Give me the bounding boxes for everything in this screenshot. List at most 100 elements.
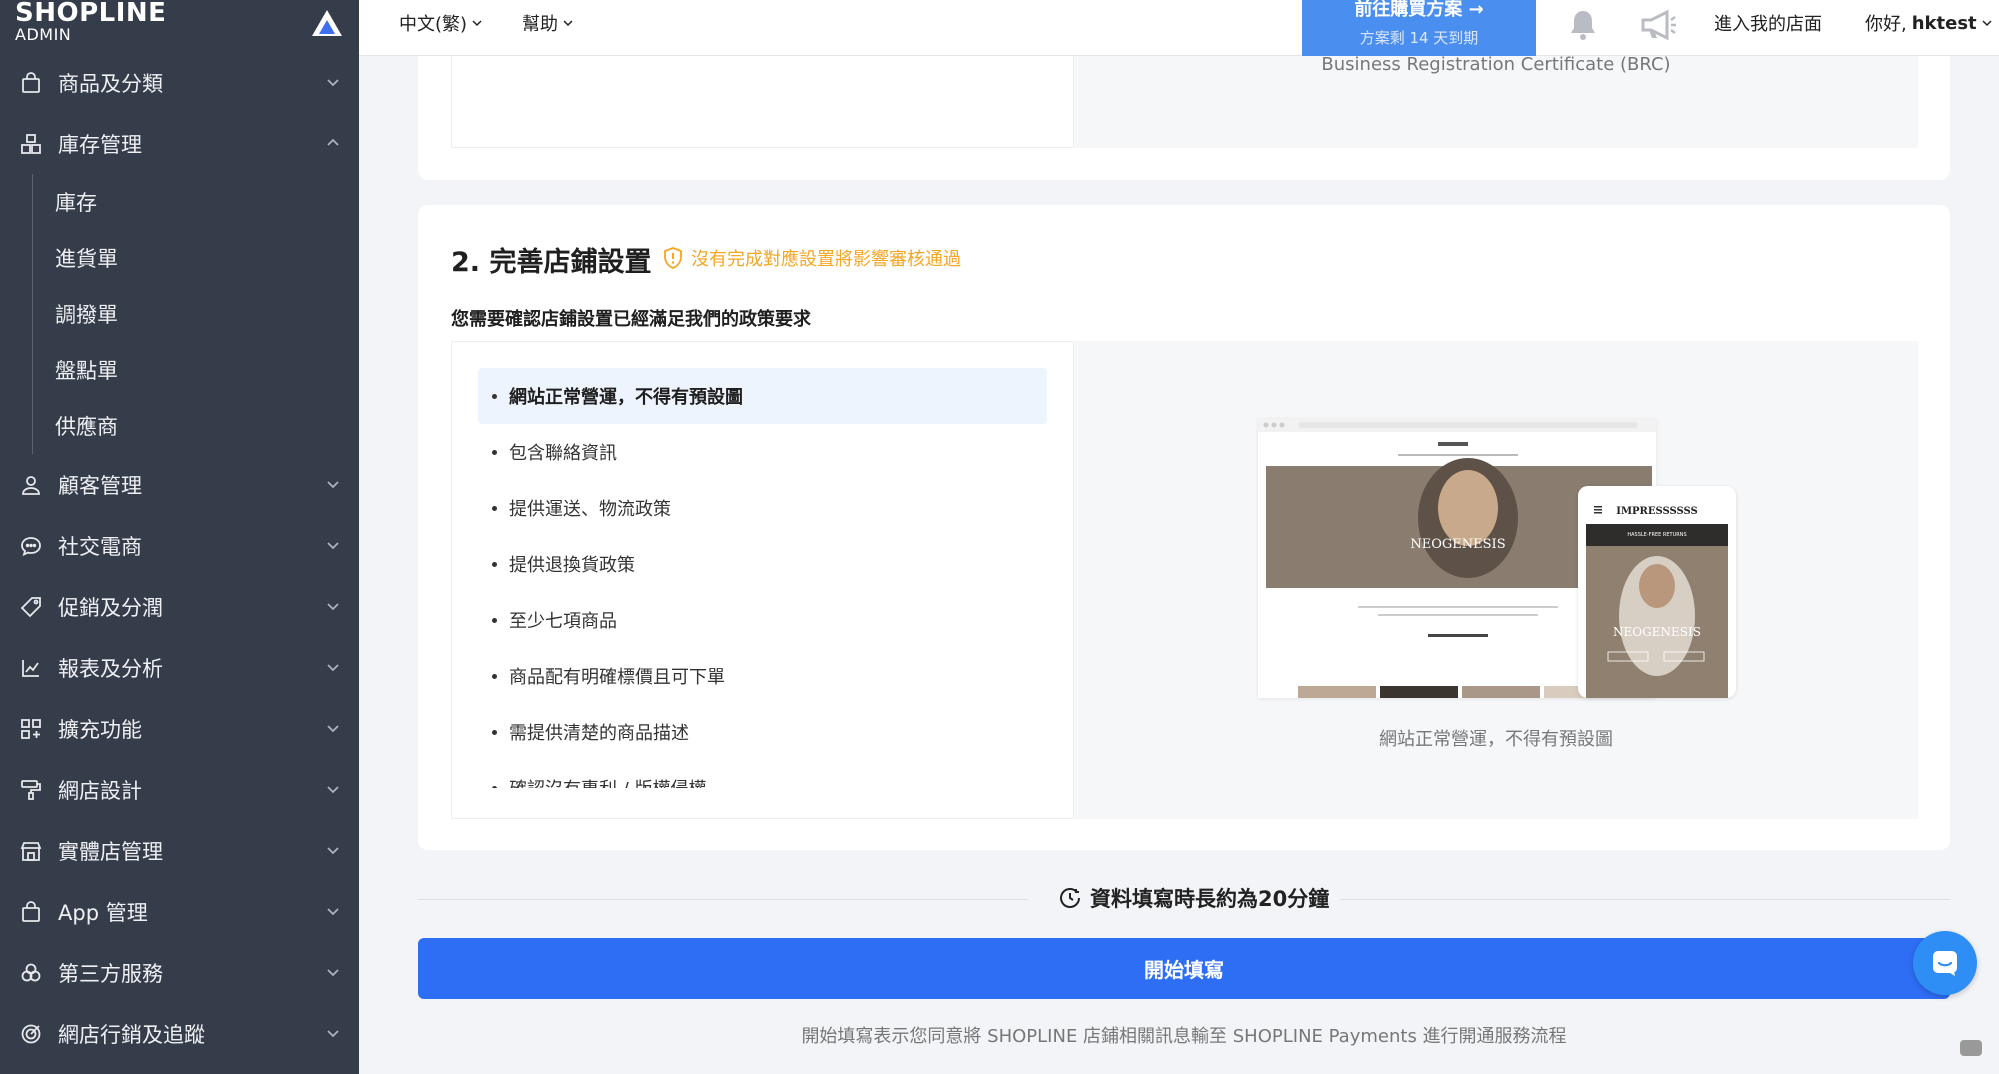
chevron-down-icon xyxy=(327,725,339,733)
list-item[interactable]: 商品配有明確標價且可下單 xyxy=(478,648,1047,704)
list-item[interactable]: 需提供清楚的商品描述 xyxy=(478,704,1047,760)
duration-text: 資料填寫時長約為20分鐘 xyxy=(1090,887,1330,911)
brand-sub: ADMIN xyxy=(15,25,72,44)
chevron-down-icon xyxy=(327,908,339,916)
list-item[interactable]: 確認沒有專利 / 版權侵權 xyxy=(478,760,1047,788)
sidebar-item-social-commerce[interactable]: 社交電商 xyxy=(0,515,359,576)
user-icon xyxy=(18,472,44,498)
bullet xyxy=(492,505,497,511)
sidebar-item-third-party[interactable]: 第三方服務 xyxy=(0,942,359,1003)
paint-roller-icon xyxy=(18,777,44,803)
mobile-preview-image: IMPRESSSSSS HASSLE-FREE RETURNS NEOGENES… xyxy=(1578,486,1736,698)
sidebar-subitem-stocktake[interactable]: 盤點單 xyxy=(33,342,359,398)
sidebar-item-products[interactable]: 商品及分類 xyxy=(0,52,359,113)
grid-icon xyxy=(18,716,44,742)
bullet xyxy=(492,393,497,399)
brand[interactable]: SHOPLINE ADMIN xyxy=(15,0,167,44)
divider-right xyxy=(1340,899,1950,900)
bullet xyxy=(492,785,497,788)
plan-expiry-text: 方案剩 14 天到期 xyxy=(1359,29,1479,47)
list-item[interactable]: 提供運送、物流政策 xyxy=(478,480,1047,536)
buy-plan-title: 前往購買方案 → xyxy=(1354,0,1484,20)
top-bar: 中文(繁) 幫助 前往購買方案 → 方案剩 14 天到期 進入我的店面 你好, … xyxy=(359,0,1999,56)
brc-list-panel xyxy=(451,40,1074,148)
chevron-down-icon xyxy=(327,969,339,977)
sidebar-item-reports[interactable]: 報表及分析 xyxy=(0,637,359,698)
chevron-down-icon xyxy=(327,664,339,672)
sidebar-item-label: 第三方服務 xyxy=(58,961,163,986)
bag-icon xyxy=(18,70,44,96)
sidebar-item-label: 擴充功能 xyxy=(58,717,142,742)
chat-support-button[interactable] xyxy=(1913,931,1977,995)
mobile-brand-text: IMPRESSSSSS xyxy=(1616,506,1697,517)
bullet xyxy=(492,673,497,679)
cluster-icon xyxy=(18,960,44,986)
sidebar-item-app-management[interactable]: App 管理 xyxy=(0,881,359,942)
chevron-down-icon xyxy=(472,20,482,27)
clock-icon xyxy=(1060,888,1080,908)
buy-plan-button[interactable]: 前往購買方案 → 方案剩 14 天到期 xyxy=(1302,0,1536,56)
sidebar-item-customers[interactable]: 顧客管理 xyxy=(0,454,359,515)
chevron-down-icon xyxy=(327,1030,339,1038)
list-item[interactable]: 提供退換貨政策 xyxy=(478,536,1047,592)
list-item-label: 網站正常營運，不得有預設圖 xyxy=(509,387,743,408)
bullet xyxy=(492,449,497,455)
sidebar-item-retail-store[interactable]: 實體店管理 xyxy=(0,820,359,881)
mobile-mockup-graphic: IMPRESSSSSS HASSLE-FREE RETURNS NEOGENES… xyxy=(1578,486,1736,698)
divider-left xyxy=(418,899,1028,900)
sidebar-item-label: 社交電商 xyxy=(58,534,142,559)
sidebar-item-label: 網店設計 xyxy=(58,778,142,803)
chart-icon xyxy=(18,655,44,681)
chevron-up-icon xyxy=(327,138,339,146)
sidebar-item-extensions[interactable]: 擴充功能 xyxy=(0,698,359,759)
sidebar-subitem-transfer-order[interactable]: 調撥單 xyxy=(33,286,359,342)
brand-name: SHOPLINE xyxy=(15,0,167,28)
sidebar-item-marketing-tracking[interactable]: 網店行銷及追蹤 xyxy=(0,1003,359,1064)
sidebar-nav: 商品及分類 庫存管理 庫存 進貨單 調撥單 盤點單 供應商 顧客管理 社交電商 … xyxy=(0,52,359,1064)
sidebar-item-store-design[interactable]: 網店設計 xyxy=(0,759,359,820)
store-icon xyxy=(18,838,44,864)
list-item-label: 商品配有明確標價且可下單 xyxy=(509,667,725,688)
list-item[interactable]: 包含聯絡資訊 xyxy=(478,424,1047,480)
sidebar: SHOPLINE ADMIN 商品及分類 庫存管理 庫存 進貨單 調撥單 盤點單 xyxy=(0,0,359,1074)
list-item[interactable]: 至少七項商品 xyxy=(478,592,1047,648)
list-item-label: 需提供清楚的商品描述 xyxy=(509,723,689,744)
sidebar-item-label: 實體店管理 xyxy=(58,839,163,864)
language-selector[interactable]: 中文(繁) xyxy=(399,10,483,36)
sidebar-item-inventory[interactable]: 庫存管理 xyxy=(0,113,359,174)
requirements-list: 網站正常營運，不得有預設圖 包含聯絡資訊 提供運送、物流政策 提供退換貨政策 至… xyxy=(478,368,1047,788)
warning-message: 沒有完成對應設置將影響審核通過 xyxy=(663,245,961,271)
chevron-down-icon xyxy=(327,481,339,489)
sidebar-item-label: 網店行銷及追蹤 xyxy=(58,1022,205,1047)
list-item-label: 包含聯絡資訊 xyxy=(509,443,617,464)
target-icon xyxy=(18,1021,44,1047)
consent-text: 開始填寫表示您同意將 SHOPLINE 店鋪相關訊息輸至 SHOPLINE Pa… xyxy=(801,1026,1567,1047)
shopline-logo-icon[interactable] xyxy=(311,8,343,38)
inventory-icon xyxy=(18,131,44,157)
chat-icon xyxy=(18,533,44,559)
sidebar-subitem-supplier[interactable]: 供應商 xyxy=(33,398,359,454)
megaphone-icon[interactable] xyxy=(1639,8,1677,42)
username: hktest xyxy=(1911,12,1977,34)
help-menu[interactable]: 幫助 xyxy=(522,10,574,36)
bullet xyxy=(492,729,497,735)
language-label: 中文(繁) xyxy=(399,14,468,35)
brc-caption: Business Registration Certificate (BRC) xyxy=(1321,54,1671,75)
sidebar-item-label: 報表及分析 xyxy=(58,656,163,681)
enter-store-link[interactable]: 進入我的店面 xyxy=(1714,10,1822,36)
bullet xyxy=(492,617,497,623)
start-filling-button[interactable]: 開始填寫 xyxy=(418,938,1950,999)
enter-store-label: 進入我的店面 xyxy=(1714,14,1822,35)
list-item[interactable]: 網站正常營運，不得有預設圖 xyxy=(478,368,1047,424)
sidebar-item-label: 顧客管理 xyxy=(58,473,142,498)
user-menu[interactable]: 你好, hktest xyxy=(1865,10,1993,36)
list-item-label: 至少七項商品 xyxy=(509,611,617,632)
sidebar-subitem-purchase-order[interactable]: 進貨單 xyxy=(33,230,359,286)
mobile-tagline: HASSLE-FREE RETURNS xyxy=(1627,532,1686,538)
sidebar-subitem-stock[interactable]: 庫存 xyxy=(33,174,359,230)
sidebar-item-promotions[interactable]: 促銷及分潤 xyxy=(0,576,359,637)
preview-caption: 網站正常營運，不得有預設圖 xyxy=(1379,729,1613,750)
list-item-label: 提供退換貨政策 xyxy=(509,555,635,576)
scroll-handle[interactable] xyxy=(1960,1040,1982,1056)
bell-icon[interactable] xyxy=(1567,8,1599,42)
